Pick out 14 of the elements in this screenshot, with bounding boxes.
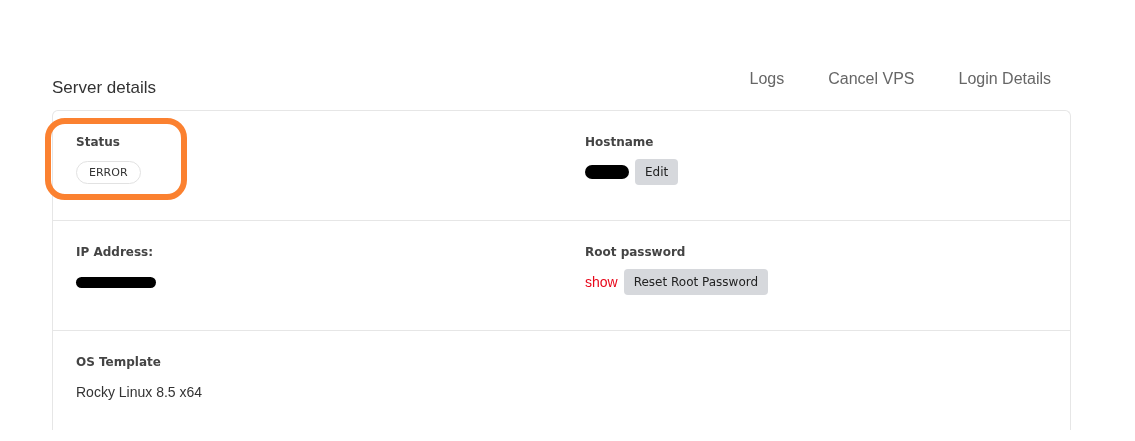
nav-link[interactable]: Login Details xyxy=(958,64,1051,94)
nav-link[interactable]: Logs xyxy=(749,64,785,94)
redaction-mark xyxy=(585,165,629,179)
field-label: Hostname xyxy=(585,135,655,149)
edit-button[interactable]: Edit xyxy=(635,159,679,185)
section-title: Server details xyxy=(52,78,156,98)
field-label: Root password xyxy=(585,245,687,259)
nav-link[interactable]: Cancel VPS xyxy=(828,64,915,94)
field-label: OS Template xyxy=(76,355,162,369)
reset-password-button[interactable]: Reset Root Password xyxy=(623,269,769,295)
field-value: Rocky Linux 8.5 x64 xyxy=(76,384,203,400)
field-label: IP Address: xyxy=(76,245,155,259)
field-label: Status xyxy=(76,135,121,149)
show-link[interactable]: show xyxy=(585,274,618,290)
